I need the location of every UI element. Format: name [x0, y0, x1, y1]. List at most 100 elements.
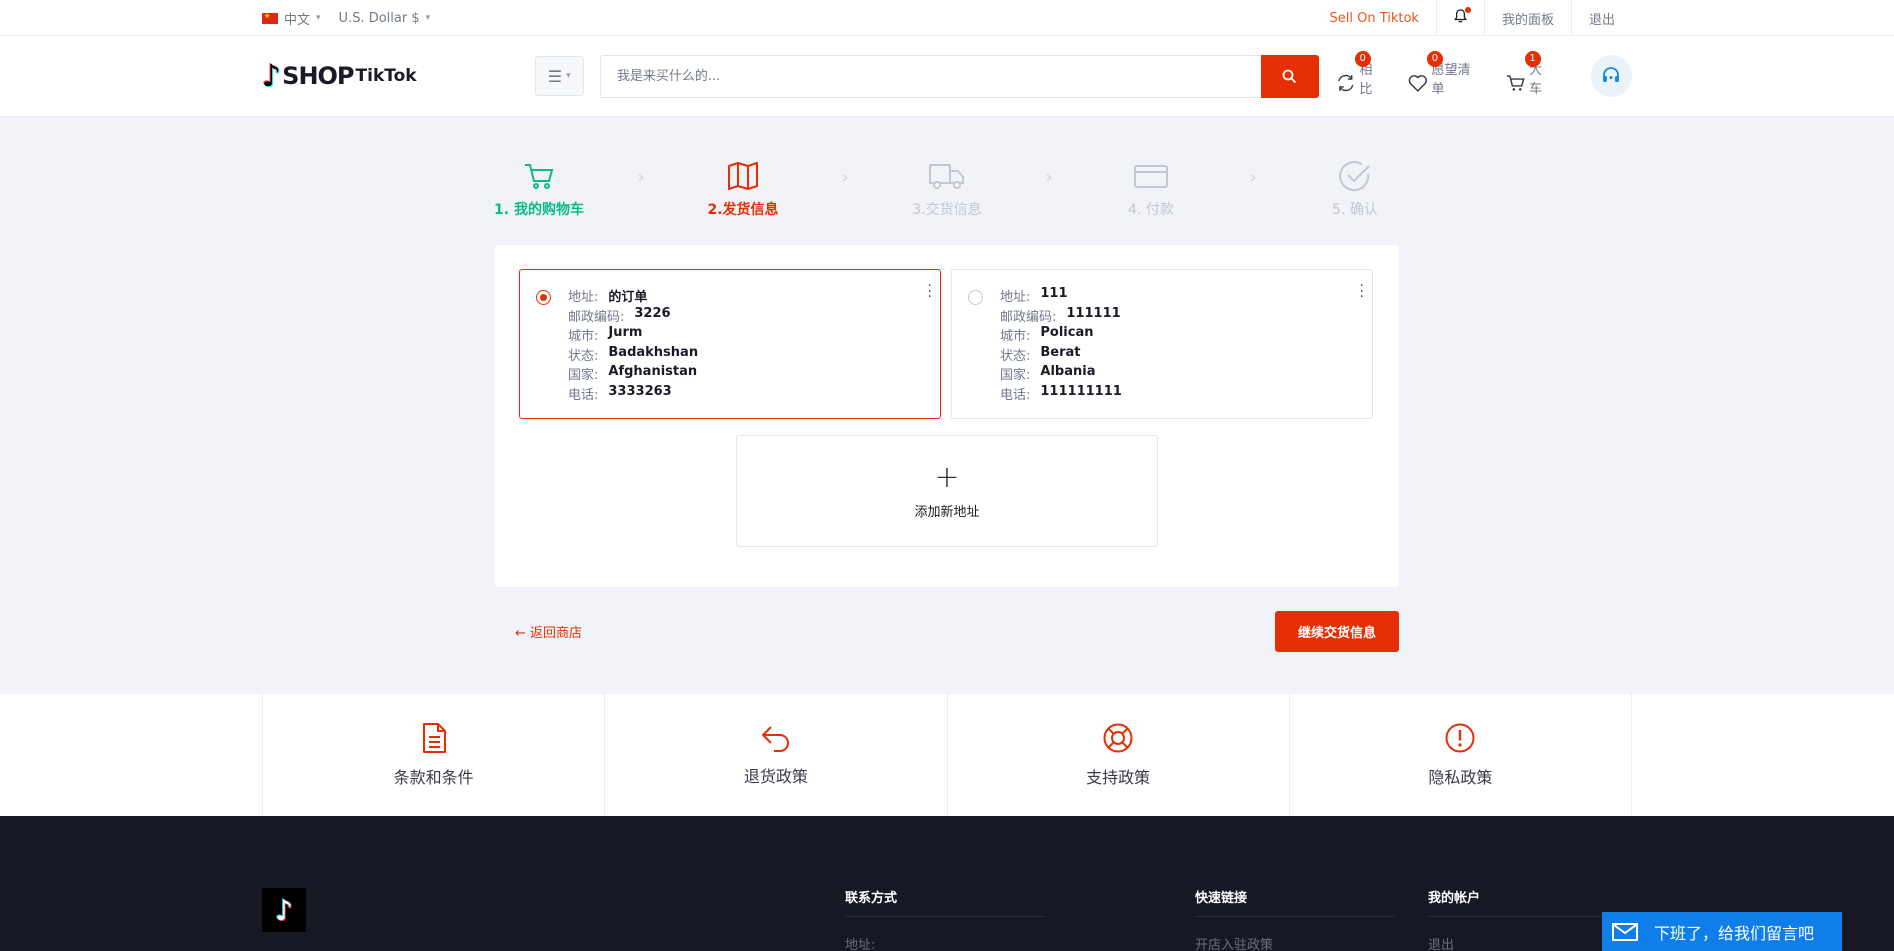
logo-shop-text: SHOP — [282, 62, 354, 90]
footer-quick-links-title: 快速链接 — [1195, 887, 1395, 917]
privacy-policy-link[interactable]: 隐私政策 — [1288, 694, 1632, 816]
city-value: Jurm — [608, 325, 643, 341]
chevron-right-icon: › — [1249, 167, 1257, 188]
phone-value: 111111111 — [1040, 383, 1122, 399]
address-option-1[interactable]: · · · 地址: 的订单 邮政编码: 3226 城市: Jurm 状态: Badakhsh… — [519, 269, 941, 419]
cart-icon — [1506, 74, 1525, 91]
country-key: 国家: — [568, 368, 599, 384]
address-key: 地址: — [568, 290, 599, 305]
site-logo[interactable]: ♪ SHOP TikTok — [262, 59, 535, 94]
truck-icon — [928, 164, 964, 189]
search-input[interactable] — [599, 54, 1261, 98]
checkout-steps: 1. 我的购物车 › 2.发货信息 › 3.交货信息 › 4. 付款 › 5. … — [479, 159, 1415, 219]
state-value: Badakhshan — [608, 344, 699, 360]
city-key: 城市: — [568, 329, 599, 345]
address-radio[interactable] — [536, 290, 551, 305]
envelope-icon — [1612, 922, 1638, 941]
search-icon — [1282, 69, 1297, 83]
address-value: 111 — [1040, 286, 1068, 301]
dashboard-link[interactable]: 我的面板 — [1483, 0, 1571, 36]
language-selector[interactable]: 中文 ▾ — [262, 9, 321, 28]
footer-seller-policy-link[interactable]: 开店入驻政策 — [1195, 934, 1395, 951]
postal-value: 111111 — [1066, 305, 1121, 321]
step-shipping-info: 2.发货信息 — [683, 159, 803, 219]
continue-delivery-button[interactable]: 继续交货信息 — [1275, 611, 1399, 652]
cart-icon — [525, 164, 554, 189]
return-to-shop-label: 返回商店 — [530, 626, 583, 641]
cart-button[interactable]: 1 大车 — [1505, 50, 1555, 97]
main-header: ♪ SHOP TikTok ☰ ▾ 0 相比 0 愿望清单 — [0, 36, 1894, 117]
exclamation-circle-icon — [1445, 723, 1475, 753]
customer-support-button[interactable] — [1590, 55, 1632, 97]
top-bar: 中文 ▾ U.S. Dollar $ ▾ Sell On Tiktok 我的面板… — [0, 0, 1894, 36]
chevron-right-icon: › — [1045, 167, 1053, 188]
city-value: Polican — [1040, 325, 1094, 341]
logout-link[interactable]: 退出 — [1570, 0, 1632, 36]
country-value: Albania — [1040, 364, 1096, 380]
address-radio[interactable] — [968, 290, 983, 305]
policy-links: 条款和条件 退货政策 支持政策 隐私政策 — [0, 694, 1894, 816]
chevron-down-icon: ▾ — [316, 13, 321, 23]
country-value: Afghanistan — [608, 364, 698, 380]
bell-icon — [1453, 7, 1471, 27]
chevron-right-icon: › — [637, 167, 645, 188]
country-key: 国家: — [1000, 368, 1031, 384]
chevron-down-icon: ▾ — [425, 13, 431, 23]
step-confirm: 5. 确认 — [1295, 159, 1415, 219]
tiktok-note-icon: ♪ — [262, 58, 282, 94]
footer-contact-title: 联系方式 — [845, 887, 1045, 917]
address-option-2[interactable]: · · · 地址: 111 邮政编码: 111111 城市: Polican 状态: Ber… — [951, 269, 1373, 419]
step-payment: 4. 付款 — [1091, 159, 1211, 219]
china-flag-icon — [262, 12, 278, 24]
notification-dot — [1464, 7, 1471, 13]
return-policy-link[interactable]: 退货政策 — [604, 694, 946, 816]
footer-account-title: 我的帐户 — [1428, 887, 1608, 917]
lifebuoy-icon — [1103, 723, 1133, 753]
postal-key: 邮政编码: — [568, 309, 625, 325]
state-key: 状态: — [568, 348, 599, 364]
step-label: 5. 确认 — [1332, 202, 1378, 218]
document-icon — [422, 723, 446, 753]
state-value: Berat — [1040, 344, 1081, 360]
chat-widget-label: 下班了，给我们留言吧 — [1654, 923, 1815, 943]
step-label: 2.发货信息 — [707, 202, 779, 218]
arrow-left-icon: ← — [515, 626, 526, 641]
compare-count-badge: 0 — [1354, 50, 1371, 67]
phone-key: 电话: — [568, 387, 599, 403]
terms-conditions-link[interactable]: 条款和条件 — [262, 694, 604, 816]
footer-logout-link[interactable]: 退出 — [1428, 934, 1608, 951]
footer-tiktok-logo[interactable]: ♪ — [262, 888, 306, 932]
hamburger-icon: ☰ — [547, 66, 563, 86]
postal-key: 邮政编码: — [1000, 309, 1057, 325]
state-key: 状态: — [1000, 348, 1031, 364]
checkout-actions: ← 返回商店 继续交货信息 — [495, 611, 1399, 652]
map-icon — [727, 162, 758, 190]
logo-tiktok-text: TikTok — [355, 66, 417, 86]
policy-label: 退货政策 — [743, 767, 808, 786]
search-button[interactable] — [1260, 54, 1319, 98]
add-new-address-button[interactable]: + 添加新地址 — [736, 435, 1158, 547]
footer-contact-address: 地址: — [845, 938, 876, 951]
leave-message-chat-widget[interactable]: 下班了，给我们留言吧 — [1602, 912, 1842, 951]
step-label: 1. 我的购物车 — [494, 202, 584, 218]
policy-label: 条款和条件 — [393, 768, 474, 787]
postal-value: 3226 — [634, 305, 671, 321]
wishlist-button[interactable]: 0 愿望清单 — [1407, 50, 1483, 97]
support-policy-link[interactable]: 支持政策 — [946, 694, 1289, 816]
credit-card-icon — [1133, 165, 1168, 188]
plus-icon: + — [934, 459, 960, 495]
category-menu-button[interactable]: ☰ ▾ — [534, 56, 584, 96]
language-label: 中文 — [284, 12, 311, 28]
notifications-button[interactable] — [1435, 0, 1484, 36]
city-key: 城市: — [1000, 329, 1031, 345]
more-options-icon[interactable]: · · · — [928, 279, 932, 304]
chevron-right-icon: › — [841, 167, 849, 188]
return-to-shop-link[interactable]: ← 返回商店 — [515, 622, 582, 641]
step-label: 4. 付款 — [1128, 202, 1174, 218]
sell-on-tiktok-link[interactable]: Sell On Tiktok — [1312, 0, 1435, 36]
more-options-icon[interactable]: · · · — [1360, 279, 1364, 304]
currency-selector[interactable]: U.S. Dollar $ ▾ — [339, 11, 431, 26]
step-cart: 1. 我的购物车 — [479, 159, 599, 219]
compare-button[interactable]: 0 相比 — [1335, 50, 1385, 97]
phone-key: 电话: — [1000, 387, 1031, 403]
